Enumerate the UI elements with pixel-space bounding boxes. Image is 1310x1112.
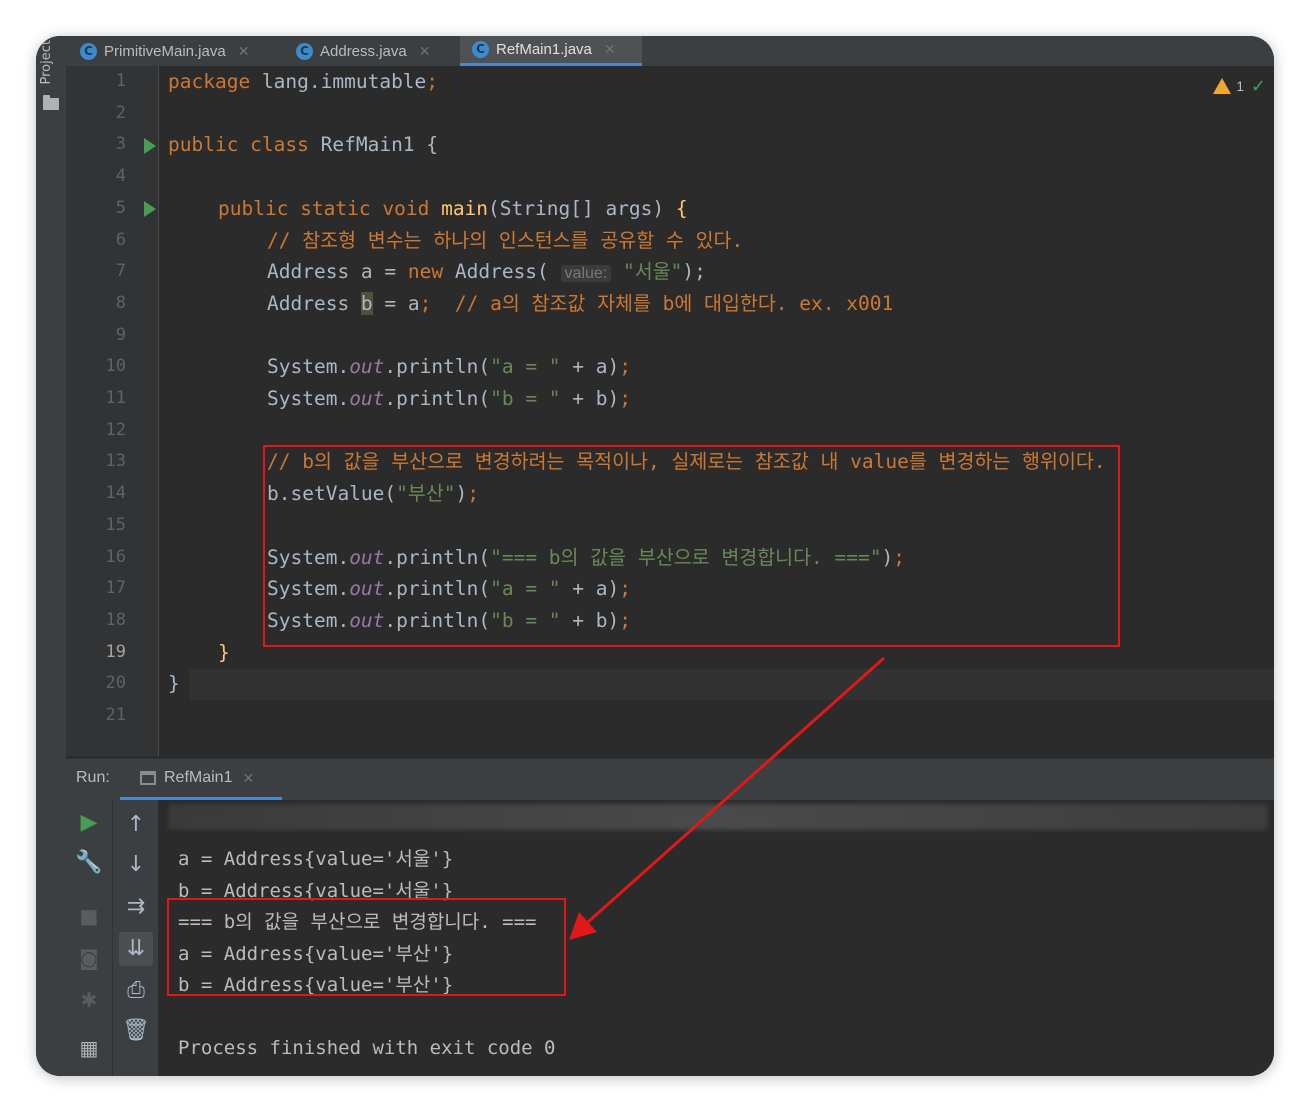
annotation-box-code [263, 445, 1120, 647]
parameter-hint: value: [560, 265, 612, 283]
line-number: 8 [115, 292, 126, 313]
line-number: 5 [115, 197, 126, 218]
print-icon[interactable]: ⎙ [113, 978, 159, 1003]
code-line-7: Address a = new Address( value: "서울"); [267, 260, 706, 284]
line-number: 20 [105, 673, 126, 694]
command-line-blurred [168, 804, 1268, 830]
layout-icon[interactable]: ▦ [66, 1036, 112, 1060]
line-number: 13 [105, 451, 126, 472]
line-number: 3 [115, 134, 126, 155]
console-line: a = Address{value='서울'} [178, 848, 454, 870]
line-number-gutter: 1 2 3 4 5 6 7 8 9 10 11 12 13 14 15 16 1… [66, 66, 158, 756]
run-tool-header: Run: RefMain1 ✕ [66, 758, 1274, 801]
code-line-6: // 참조형 변수는 하나의 인스턴스를 공유할 수 있다. [267, 228, 744, 252]
tab-primitivemain[interactable]: C PrimitiveMain.java ✕ [80, 36, 290, 66]
line-number: 21 [105, 705, 126, 725]
current-line-highlight [189, 669, 1274, 700]
run-class-icon[interactable] [144, 138, 156, 154]
close-icon[interactable]: ✕ [419, 43, 431, 60]
line-number: 18 [105, 609, 126, 630]
code-line-10: System.out.println("a = " + a); [267, 355, 631, 379]
line-number: 15 [105, 514, 126, 535]
scroll-to-end-icon[interactable]: ⇊ [119, 932, 153, 966]
run-toolbar-left: ▶ 🔧 ■ ◙ ✱ ▦ [66, 800, 112, 1076]
code-line-11: System.out.println("b = " + b); [267, 387, 631, 410]
tab-label: PrimitiveMain.java [104, 42, 226, 60]
project-tool-strip: Project [36, 36, 66, 1076]
code-line-20: } [168, 672, 180, 696]
line-number: 11 [105, 388, 126, 408]
run-main-icon[interactable] [144, 201, 156, 217]
line-number: 17 [105, 578, 126, 599]
console-icon [140, 771, 156, 785]
camera-icon[interactable]: ◙ [66, 946, 112, 970]
class-icon: C [296, 42, 313, 60]
line-number: 14 [105, 483, 126, 504]
class-icon: C [80, 42, 97, 60]
tab-refmain1[interactable]: C RefMain1.java ✕ [460, 36, 642, 66]
class-icon: C [472, 41, 489, 58]
debug-icon[interactable]: ✱ [66, 988, 112, 1012]
annotation-box-output [167, 898, 566, 996]
code-editor[interactable]: package lang.immutable; public class Ref… [159, 66, 1274, 756]
wrench-icon[interactable]: 🔧 [66, 850, 112, 875]
close-icon[interactable]: ✕ [604, 41, 616, 58]
folder-icon[interactable] [43, 95, 59, 110]
trash-icon[interactable]: 🗑 [113, 1018, 159, 1043]
line-number: 1 [115, 71, 126, 91]
code-line-3: public class RefMain1 { [168, 133, 439, 157]
project-tool-button[interactable]: Project [39, 40, 54, 84]
line-number-current: 19 [105, 641, 126, 662]
line-number: 10 [105, 356, 126, 377]
run-label: Run: [76, 769, 110, 786]
warning-icon [1213, 78, 1232, 94]
code-line-19: } [218, 640, 230, 664]
run-tab-label: RefMain1 [164, 769, 233, 786]
line-number: 16 [105, 546, 126, 567]
soft-wrap-icon[interactable]: ⇉ [113, 894, 159, 919]
close-icon[interactable]: ✕ [242, 770, 254, 787]
check-icon[interactable]: ✓ [1251, 76, 1266, 97]
inspection-widget[interactable]: 1 [1213, 78, 1244, 94]
code-line-5: public static void main(String[] args) { [218, 196, 688, 220]
code-line-8: Address b = a; // a의 참조값 자체를 b에 대입한다. ex… [267, 291, 894, 315]
rerun-icon[interactable]: ▶ [66, 810, 112, 835]
run-tab-refmain1[interactable]: RefMain1 ✕ [120, 759, 282, 801]
editor-tab-bar: C PrimitiveMain.java ✕ C Address.java ✕ … [66, 36, 1274, 66]
line-number: 12 [105, 419, 126, 440]
console-line-exit: Process finished with exit code 0 [178, 1037, 556, 1059]
line-number: 9 [115, 324, 126, 345]
code-line-1: package lang.immutable; [168, 70, 439, 93]
line-number: 2 [115, 102, 126, 123]
warning-count: 1 [1236, 78, 1244, 94]
line-number: 6 [115, 229, 126, 250]
arrow-down-icon[interactable]: ↓ [113, 852, 159, 877]
stop-icon[interactable]: ■ [66, 904, 112, 928]
close-icon[interactable]: ✕ [238, 43, 250, 60]
tab-label: Address.java [320, 42, 407, 60]
arrow-up-icon[interactable]: ↑ [113, 812, 159, 837]
tab-address[interactable]: C Address.java ✕ [296, 36, 486, 66]
tab-label: RefMain1.java [496, 41, 592, 58]
line-number: 4 [115, 166, 126, 187]
line-number: 7 [115, 261, 126, 282]
run-toolbar-right: ↑ ↓ ⇉ ⇊ ⎙ 🗑 [112, 800, 159, 1076]
